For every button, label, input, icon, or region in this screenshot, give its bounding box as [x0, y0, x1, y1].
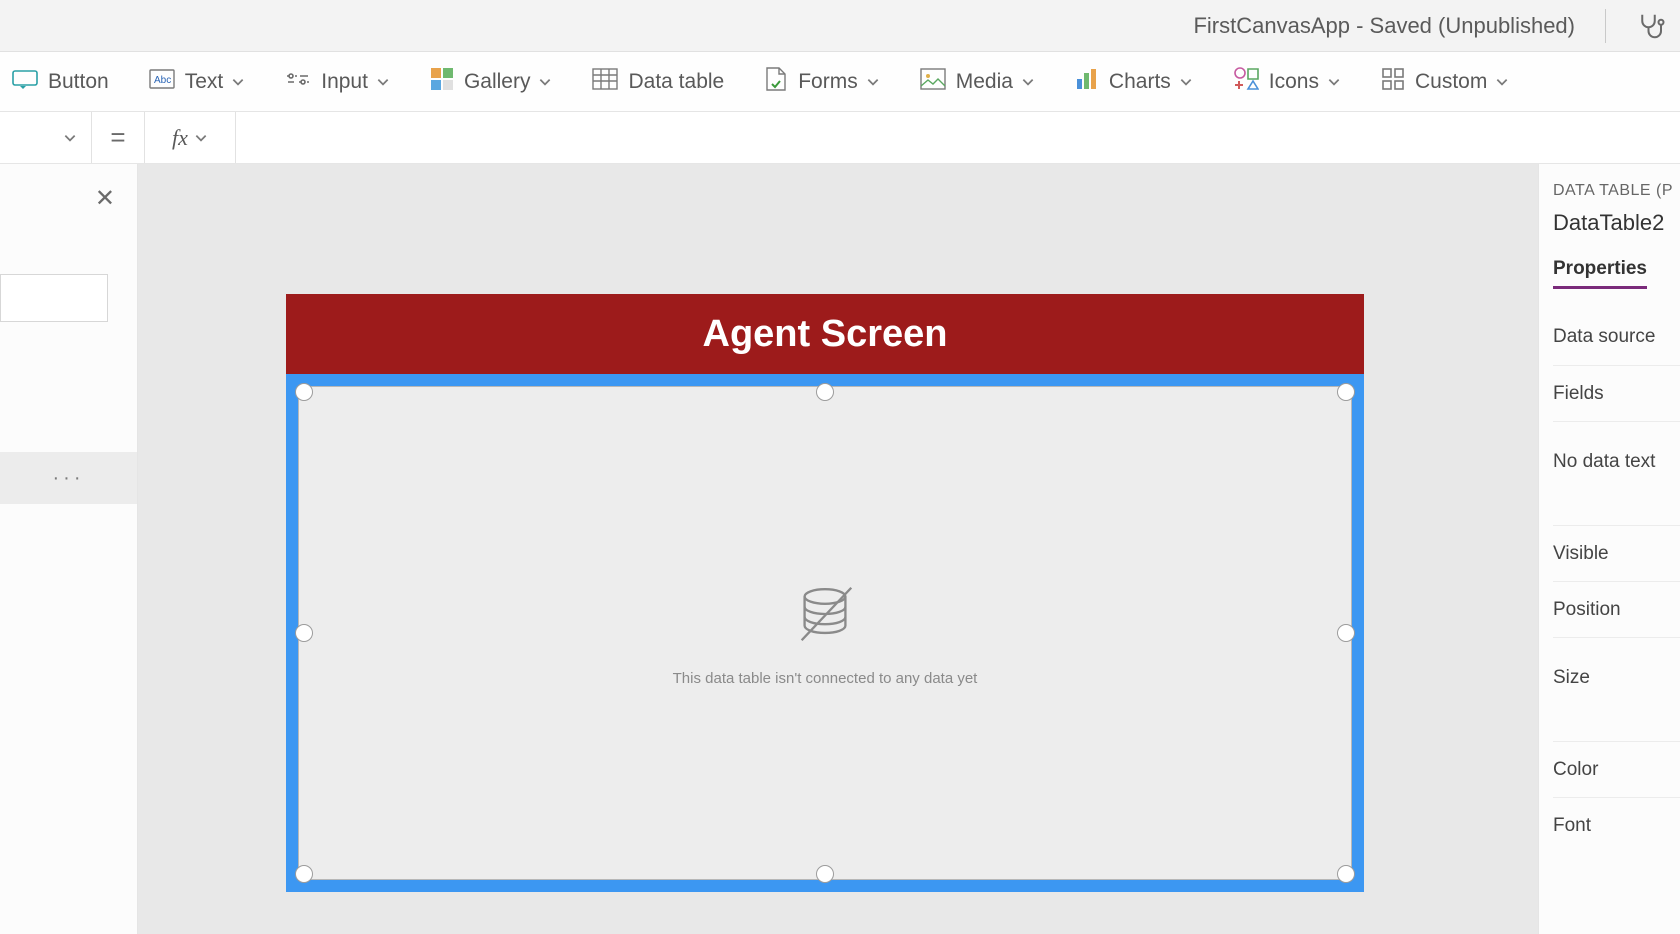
input-icon — [285, 68, 311, 96]
insert-datatable-label: Data table — [628, 70, 724, 94]
app-title: FirstCanvasApp - Saved (Unpublished) — [1193, 13, 1575, 39]
insert-gallery-button[interactable]: Gallery — [430, 67, 553, 97]
chevron-down-icon — [63, 131, 77, 145]
resize-handle-tr[interactable] — [1337, 383, 1355, 401]
resize-handle-tl[interactable] — [295, 383, 313, 401]
text-icon: Abc — [149, 69, 175, 95]
workspace: ✕ ··· Agent Screen — [0, 164, 1680, 934]
prop-row-size[interactable]: Size — [1553, 637, 1680, 717]
prop-row-color[interactable]: Color — [1553, 741, 1680, 797]
insert-button-button[interactable]: Button — [12, 68, 109, 96]
resize-handle-tc[interactable] — [816, 383, 834, 401]
prop-row-position[interactable]: Position — [1553, 581, 1680, 637]
media-icon — [920, 68, 946, 96]
prop-label-size: Size — [1553, 667, 1590, 689]
gallery-icon — [430, 67, 454, 97]
formula-bar: = fx — [0, 112, 1680, 164]
insert-gallery-label: Gallery — [464, 70, 531, 94]
tree-view-pane: ✕ ··· — [0, 164, 138, 934]
prop-label-visible: Visible — [1553, 543, 1609, 565]
insert-ribbon: Button Abc Text Input — [0, 52, 1680, 112]
prop-row-nodatatext[interactable]: No data text — [1553, 421, 1680, 501]
insert-media-button[interactable]: Media — [920, 68, 1035, 96]
insert-input-button[interactable]: Input — [285, 68, 390, 96]
insert-datatable-button[interactable]: Data table — [592, 68, 724, 96]
prop-row-font[interactable]: Font — [1553, 797, 1680, 853]
prop-row-visible[interactable]: Visible — [1553, 525, 1680, 581]
datatable-icon — [592, 68, 618, 96]
datatable-control[interactable]: This data table isn't connected to any d… — [298, 386, 1352, 880]
button-icon — [12, 68, 38, 96]
tab-properties[interactable]: Properties — [1553, 258, 1647, 289]
screen-title-text: Agent Screen — [703, 313, 948, 356]
tree-search-input[interactable] — [0, 274, 108, 322]
insert-text-label: Text — [185, 70, 224, 94]
forms-icon — [764, 66, 788, 98]
prop-label-color: Color — [1553, 759, 1598, 781]
insert-text-button[interactable]: Abc Text — [149, 69, 246, 95]
diagnostic-icon[interactable] — [1636, 11, 1666, 41]
chevron-down-icon — [1021, 75, 1035, 89]
insert-button-label: Button — [48, 70, 109, 94]
resize-handle-mr[interactable] — [1337, 624, 1355, 642]
properties-pane: DATA TABLE (P DataTable2 Properties Data… — [1538, 164, 1680, 934]
chevron-down-icon — [376, 75, 390, 89]
control-name-label: DataTable2 — [1553, 210, 1680, 236]
custom-icon — [1381, 67, 1405, 97]
prop-row-fields[interactable]: Fields — [1553, 365, 1680, 421]
fx-button[interactable]: fx — [144, 112, 236, 163]
chevron-down-icon — [1327, 75, 1341, 89]
chevron-down-icon — [1495, 75, 1509, 89]
prop-label-position: Position — [1553, 599, 1621, 621]
title-bar: FirstCanvasApp - Saved (Unpublished) — [0, 0, 1680, 52]
resize-handle-ml[interactable] — [295, 624, 313, 642]
insert-custom-button[interactable]: Custom — [1381, 67, 1509, 97]
resize-handle-br[interactable] — [1337, 865, 1355, 883]
datatable-empty-message: This data table isn't connected to any d… — [673, 670, 978, 687]
chevron-down-icon — [194, 131, 208, 145]
insert-icons-button[interactable]: Icons — [1233, 67, 1341, 97]
chevron-down-icon — [538, 75, 552, 89]
control-type-label: DATA TABLE (P — [1553, 182, 1680, 200]
titlebar-divider — [1605, 9, 1606, 43]
insert-charts-button[interactable]: Charts — [1075, 67, 1193, 97]
chevron-down-icon — [1179, 75, 1193, 89]
insert-forms-label: Forms — [798, 70, 858, 94]
prop-label-font: Font — [1553, 815, 1591, 837]
prop-label-nodatatext: No data text — [1553, 451, 1655, 473]
datatable-selection[interactable]: This data table isn't connected to any d… — [286, 374, 1364, 892]
chevron-down-icon — [231, 75, 245, 89]
prop-label-fields: Fields — [1553, 383, 1604, 405]
screen-title-label: Agent Screen — [286, 294, 1364, 374]
fx-label: fx — [172, 125, 188, 151]
prop-label-datasource: Data source — [1553, 326, 1655, 348]
icons-icon — [1233, 67, 1259, 97]
close-icon[interactable]: ✕ — [95, 184, 115, 213]
insert-forms-button[interactable]: Forms — [764, 66, 880, 98]
ellipsis-icon[interactable]: ··· — [53, 467, 85, 490]
database-empty-icon — [790, 579, 860, 654]
app-screen: Agent Screen This data table isn't conne… — [286, 294, 1364, 892]
insert-custom-label: Custom — [1415, 70, 1487, 94]
insert-media-label: Media — [956, 70, 1013, 94]
equals-sign: = — [92, 112, 144, 163]
insert-input-label: Input — [321, 70, 368, 94]
resize-handle-bc[interactable] — [816, 865, 834, 883]
resize-handle-bl[interactable] — [295, 865, 313, 883]
svg-text:Abc: Abc — [154, 75, 171, 86]
prop-row-datasource[interactable]: Data source — [1553, 309, 1680, 365]
charts-icon — [1075, 67, 1099, 97]
canvas-area[interactable]: Agent Screen This data table isn't conne… — [138, 164, 1538, 934]
formula-input[interactable] — [236, 112, 1680, 163]
tree-selected-item[interactable]: ··· — [0, 452, 137, 504]
insert-icons-label: Icons — [1269, 70, 1319, 94]
property-selector[interactable] — [0, 112, 92, 163]
chevron-down-icon — [866, 75, 880, 89]
insert-charts-label: Charts — [1109, 70, 1171, 94]
